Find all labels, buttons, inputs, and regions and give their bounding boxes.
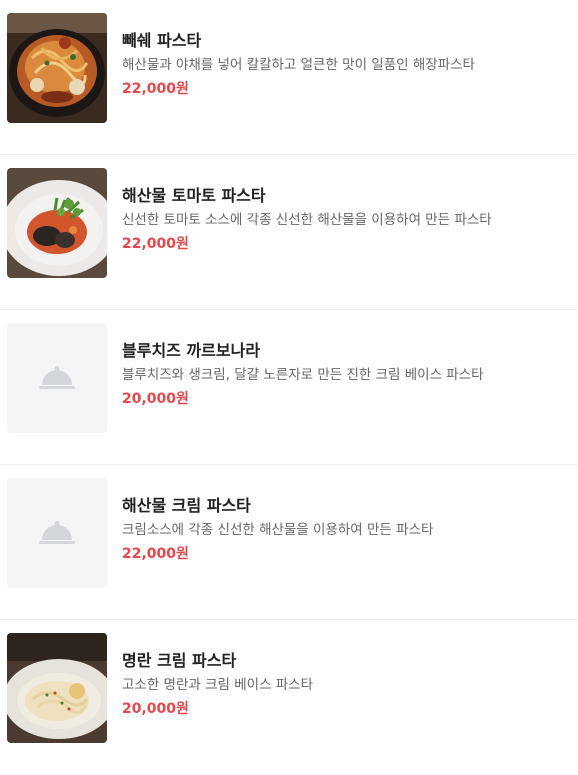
menu-item-description: 크림소스에 각종 신선한 해산물을 이용하여 만든 파스타 bbox=[122, 522, 434, 538]
menu-item-price: 22,000원 bbox=[122, 546, 189, 562]
menu-item-description: 고소한 명란과 크림 베이스 파스타 bbox=[122, 677, 314, 693]
menu-item[interactable]: 블루치즈 까르보나라 블루치즈와 생크림, 달걀 노른자로 만든 진한 크림 베… bbox=[0, 310, 578, 465]
menu-item-name: 해산물 크림 파스타 bbox=[122, 496, 251, 515]
menu-item[interactable]: 해산물 토마토 파스타 신선한 토마토 소스에 각종 신선한 해산물을 이용하여… bbox=[0, 155, 578, 310]
menu-item-photo-placeholder bbox=[7, 478, 107, 588]
menu-item[interactable]: 빼쉐 파스타 해산물과 야채를 넣어 칼칼하고 얼큰한 맛이 일품인 해장파스타… bbox=[0, 0, 578, 155]
menu-item-price: 22,000원 bbox=[122, 81, 189, 97]
menu-item-info: 빼쉐 파스타 해산물과 야채를 넣어 칼칼하고 얼큰한 맛이 일품인 해장파스타… bbox=[122, 30, 568, 99]
menu-item-description: 해산물과 야채를 넣어 칼칼하고 얼큰한 맛이 일품인 해장파스타 bbox=[122, 57, 475, 73]
menu-item-photo bbox=[7, 13, 107, 123]
menu-item[interactable]: 해산물 크림 파스타 크림소스에 각종 신선한 해산물을 이용하여 만든 파스타… bbox=[0, 465, 578, 620]
dish-cloche-icon bbox=[39, 521, 75, 544]
menu-item-info: 해산물 토마토 파스타 신선한 토마토 소스에 각종 신선한 해산물을 이용하여… bbox=[122, 185, 568, 254]
menu-item-name: 블루치즈 까르보나라 bbox=[122, 341, 261, 360]
menu-item-info: 해산물 크림 파스타 크림소스에 각종 신선한 해산물을 이용하여 만든 파스타… bbox=[122, 495, 568, 564]
menu-item-price: 20,000원 bbox=[122, 701, 189, 717]
menu-item-photo bbox=[7, 168, 107, 278]
menu-item-description: 신선한 토마토 소스에 각종 신선한 해산물을 이용하여 만든 파스타 bbox=[122, 212, 492, 228]
menu-item-info: 명란 크림 파스타 고소한 명란과 크림 베이스 파스타 20,000원 bbox=[122, 650, 568, 719]
menu-item-photo-placeholder bbox=[7, 323, 107, 433]
menu-item-name: 해산물 토마토 파스타 bbox=[122, 186, 266, 205]
menu-item[interactable]: 명란 크림 파스타 고소한 명란과 크림 베이스 파스타 20,000원 bbox=[0, 620, 578, 775]
menu-item-description: 블루치즈와 생크림, 달걀 노른자로 만든 진한 크림 베이스 파스타 bbox=[122, 367, 484, 383]
dish-cloche-icon bbox=[39, 366, 75, 389]
menu-item-info: 블루치즈 까르보나라 블루치즈와 생크림, 달걀 노른자로 만든 진한 크림 베… bbox=[122, 340, 568, 409]
menu-item-name: 명란 크림 파스타 bbox=[122, 651, 237, 670]
menu-item-price: 22,000원 bbox=[122, 236, 189, 252]
menu-item-name: 빼쉐 파스타 bbox=[122, 31, 202, 50]
menu-item-photo bbox=[7, 633, 107, 743]
menu-item-price: 20,000원 bbox=[122, 391, 189, 407]
menu-list: 빼쉐 파스타 해산물과 야채를 넣어 칼칼하고 얼큰한 맛이 일품인 해장파스타… bbox=[0, 0, 578, 759]
